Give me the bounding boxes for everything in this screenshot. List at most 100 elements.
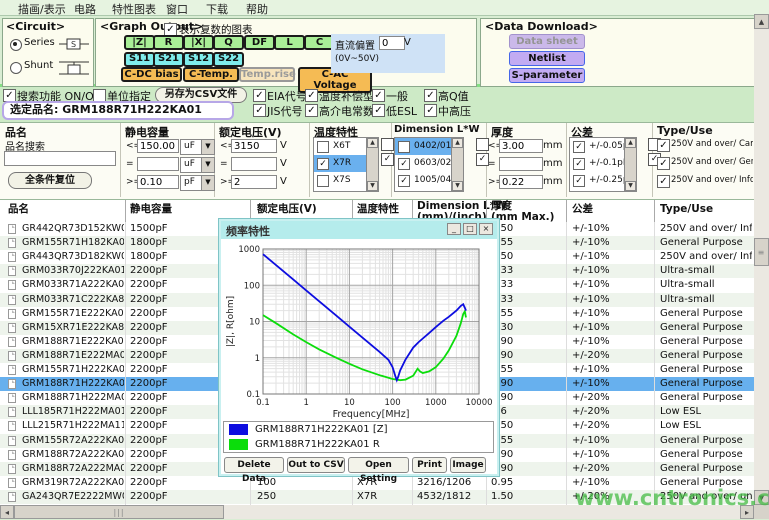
- category-checkbox[interactable]: ✓: [305, 89, 318, 102]
- dimension-option-checkbox[interactable]: [398, 141, 410, 153]
- tolerance-option[interactable]: ✓+/-0.25pF: [570, 172, 624, 189]
- voltage-filter-input[interactable]: [231, 175, 277, 189]
- netlist-button[interactable]: Netlist: [509, 51, 585, 66]
- graph-button-R[interactable]: R: [153, 35, 184, 50]
- image-button[interactable]: Image: [450, 457, 486, 473]
- tolerance-option-checkbox[interactable]: ✓: [573, 175, 585, 187]
- temp-char-listbox-scrollbar[interactable]: ▲▼: [366, 138, 378, 191]
- scroll-up-arrow[interactable]: ▲: [625, 138, 636, 148]
- close-icon[interactable]: ×: [479, 223, 493, 235]
- graph-button-Q[interactable]: Q: [213, 35, 244, 50]
- capacitance-filter-unit-dropdown[interactable]: uF▼: [180, 157, 215, 173]
- circuit-radio-shunt[interactable]: [10, 62, 22, 74]
- scroll-up-arrow[interactable]: ▲: [367, 138, 378, 148]
- dimension-select-all-button[interactable]: ✓: [476, 153, 489, 166]
- temp-char-option-checkbox[interactable]: ✓: [317, 158, 329, 170]
- thickness-filter-input[interactable]: [499, 139, 543, 153]
- circuit-radio-series[interactable]: [10, 39, 22, 51]
- menu-item-6[interactable]: 帮助: [246, 1, 268, 17]
- capacitance-filter-input[interactable]: [137, 175, 179, 189]
- temp-char-option[interactable]: X7S: [314, 172, 366, 189]
- tolerance-option-checkbox[interactable]: ✓: [573, 141, 585, 153]
- part-search-input[interactable]: [4, 151, 116, 166]
- chevron-down-icon[interactable]: ▼: [201, 140, 214, 154]
- menu-item-2[interactable]: 电路: [74, 1, 96, 17]
- dimension-clear-all-button[interactable]: [476, 138, 489, 151]
- temp-char-option-checkbox[interactable]: [317, 175, 329, 187]
- category-checkbox[interactable]: ✓: [372, 104, 385, 117]
- open-setting-button[interactable]: Open Setting: [348, 457, 409, 473]
- graph-button-L[interactable]: L: [274, 35, 305, 50]
- category-checkbox[interactable]: ✓: [424, 89, 437, 102]
- s-parameter-button[interactable]: S-parameter: [509, 68, 585, 83]
- tolerance-option-checkbox[interactable]: ✓: [573, 158, 585, 170]
- dc-bias-input[interactable]: [379, 36, 405, 50]
- graph-button-S12[interactable]: S12: [183, 52, 214, 67]
- minimize-icon[interactable]: _: [447, 223, 461, 235]
- popup-title-bar[interactable]: 频率特性 _ □ ×: [221, 221, 497, 239]
- table-cell-tol: +/-10%: [572, 322, 652, 333]
- thickness-filter-input[interactable]: [499, 157, 543, 171]
- menu-item-3[interactable]: 特性图表: [112, 1, 156, 17]
- graph-button-S11[interactable]: S11: [124, 52, 155, 67]
- voltage-filter-input[interactable]: [231, 157, 277, 171]
- category-checkbox[interactable]: ✓: [372, 89, 385, 102]
- category-checkbox[interactable]: ✓: [424, 104, 437, 117]
- menu-item-5[interactable]: 下载: [206, 1, 228, 17]
- tolerance-option[interactable]: ✓+/-0.05pF: [570, 138, 624, 155]
- category-checkbox[interactable]: ✓: [253, 104, 266, 117]
- voltage-filter-input[interactable]: [231, 139, 277, 153]
- capacitance-filter-input[interactable]: [137, 157, 179, 171]
- type-use-checkbox[interactable]: ✓: [657, 139, 670, 152]
- dimension-option-checkbox[interactable]: ✓: [398, 175, 410, 187]
- temp-char-option-checkbox[interactable]: [317, 141, 329, 153]
- capacitance-filter-unit-dropdown[interactable]: pF▼: [180, 175, 215, 191]
- graph-button-DF[interactable]: DF: [244, 35, 275, 50]
- chevron-down-icon[interactable]: ▼: [201, 176, 214, 190]
- scroll-left-arrow[interactable]: ◂: [0, 505, 14, 519]
- graph-button-S21[interactable]: S21: [153, 52, 184, 67]
- temp-char-select-all-button[interactable]: ✓: [381, 153, 394, 166]
- temp-char-option[interactable]: X6T: [314, 138, 366, 155]
- scroll-down-arrow[interactable]: ▼: [625, 181, 636, 191]
- thickness-filter-input[interactable]: [499, 175, 543, 189]
- graph-button-c-temp-[interactable]: C-Temp.: [183, 67, 239, 82]
- category-checkbox[interactable]: ✓: [253, 89, 266, 102]
- scroll-down-arrow[interactable]: ▼: [452, 181, 463, 191]
- temp-char-option[interactable]: ✓X7R: [314, 155, 366, 172]
- category-checkbox[interactable]: ✓: [305, 104, 318, 117]
- data-sheet-button[interactable]: Data sheet: [509, 34, 585, 49]
- menu-item-1[interactable]: 描画/表示: [18, 1, 66, 17]
- temp-char-clear-all-button[interactable]: [381, 138, 394, 151]
- type-use-checkbox[interactable]: ✓: [657, 175, 670, 188]
- capacitance-filter-input[interactable]: [137, 139, 179, 153]
- chevron-down-icon[interactable]: ▼: [201, 158, 214, 172]
- graph-button-X[interactable]: |X|: [183, 35, 214, 50]
- reset-all-button[interactable]: 全条件复位: [8, 172, 92, 189]
- dimension-listbox-scrollbar[interactable]: ▲▼: [451, 138, 463, 191]
- graph-button-temp-rise[interactable]: Temp.rise: [239, 67, 295, 82]
- graph-button-c-dc-bias[interactable]: C-DC bias: [121, 67, 182, 82]
- tolerance-option[interactable]: ✓+/-0.1pF: [570, 155, 624, 172]
- tolerance-listbox-scrollbar[interactable]: ▲▼: [624, 138, 636, 191]
- vertical-scrollbar[interactable]: ▲ ≡ ▼: [754, 14, 769, 505]
- delete-data-button[interactable]: Delete Data: [224, 457, 284, 473]
- graph-button-Z[interactable]: |Z|: [124, 35, 155, 50]
- menu-item-4[interactable]: 窗口: [166, 1, 188, 17]
- type-use-checkbox[interactable]: ✓: [657, 157, 670, 170]
- dimension-option[interactable]: ✓1005/0402: [395, 172, 451, 189]
- out-to-csv-button[interactable]: Out to CSV: [287, 457, 345, 473]
- scroll-up-arrow[interactable]: ▲: [452, 138, 463, 148]
- scroll-up-arrow[interactable]: ▲: [754, 14, 769, 29]
- dimension-option[interactable]: ✓0603/0201: [395, 155, 451, 172]
- graph-button-S22[interactable]: S22: [213, 52, 244, 67]
- scroll-down-arrow[interactable]: ▼: [367, 181, 378, 191]
- maximize-icon[interactable]: □: [463, 223, 477, 235]
- column-header: 品名: [8, 204, 29, 215]
- vertical-scroll-thumb[interactable]: ≡: [754, 238, 769, 266]
- dimension-option-checkbox[interactable]: ✓: [398, 158, 410, 170]
- horizontal-scroll-thumb[interactable]: |||: [14, 505, 224, 519]
- capacitance-filter-unit-dropdown[interactable]: uF▼: [180, 139, 215, 155]
- print-button[interactable]: Print: [412, 457, 447, 473]
- dimension-option[interactable]: 0402/01005: [395, 138, 451, 155]
